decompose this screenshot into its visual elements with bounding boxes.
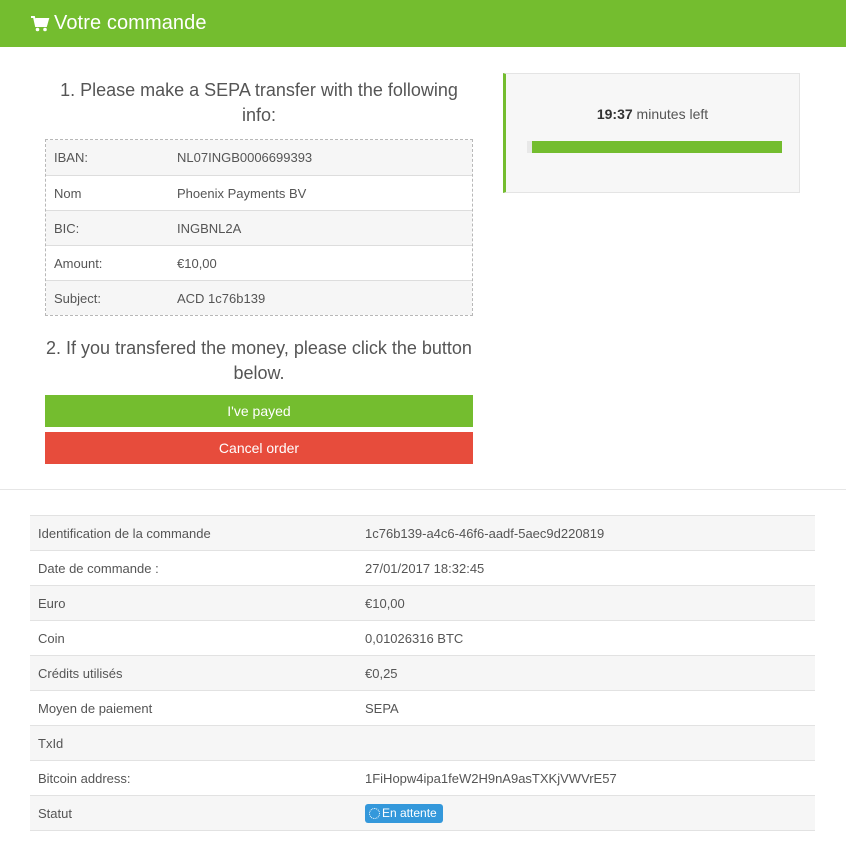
cancel-order-button[interactable]: Cancel order [45,432,473,464]
row-label: Coin [38,630,65,646]
info-row-bic: BIC: INGBNL2A [46,210,472,245]
row-label: Statut [38,805,72,821]
table-row: Crédits utilisés €0,25 [30,656,815,691]
page-title: Votre commande [54,12,207,34]
table-row: Identification de la commande 1c76b139-a… [30,516,815,551]
status-badge-label: En attente [382,806,437,820]
info-label: IBAN: [54,150,88,165]
table-row: TxId [30,726,815,761]
timer-suffix: minutes left [636,106,709,122]
info-value: €10,00 [177,255,217,271]
row-label: Crédits utilisés [38,665,123,681]
info-label: Nom [54,185,82,201]
row-value: €10,00 [365,595,405,611]
spinner-icon [369,807,380,819]
cart-icon [31,15,50,31]
row-value: €0,25 [365,665,398,681]
sepa-info-table: IBAN: NL07INGB0006699393 Nom Phoenix Pay… [45,139,473,316]
progress-fill [532,141,782,153]
step2-title: 2. If you transfered the money, please c… [46,338,472,383]
table-row: Moyen de paiement SEPA [30,691,815,726]
row-value: 0,01026316 BTC [365,630,464,646]
info-label: BIC: [54,220,80,236]
order-details-table: Identification de la commande 1c76b139-a… [30,515,815,831]
info-value: INGBNL2A [177,220,242,236]
table-row: Date de commande : 27/01/2017 18:32:45 [30,551,815,586]
row-value: SEPA [365,700,399,716]
row-label: Date de commande : [38,560,159,576]
row-label: TxId [38,735,64,751]
row-value: 1FiHopw4ipa1feW2H9nA9asTXKjVWVrE57 [365,770,617,786]
info-row-subject: Subject: ACD 1c76b139 [46,280,472,315]
info-row-amount: Amount: €10,00 [46,245,472,280]
info-value: NL07INGB0006699393 [177,150,313,165]
paid-button[interactable]: I've payed [45,395,473,427]
table-row: Euro €10,00 [30,586,815,621]
info-row-iban: IBAN: NL07INGB0006699393 [46,140,472,175]
info-label: Amount: [54,255,103,271]
row-label: Euro [38,595,66,611]
timer-panel: 19:37 minutes left [503,73,800,193]
timer-text: 19:37 minutes left [506,106,799,122]
info-value: ACD 1c76b139 [177,290,266,306]
step1-title: 1. Please make a SEPA transfer with the … [60,80,458,125]
table-row: Coin 0,01026316 BTC [30,621,815,656]
countdown-progress-bar [527,141,782,153]
row-label: Bitcoin address: [38,770,131,786]
row-value: 1c76b139-a4c6-46f6-aadf-5aec9d220819 [365,525,605,541]
row-label: Moyen de paiement [38,700,153,716]
info-label: Subject: [54,290,101,306]
header-bar: Votre commande [0,0,846,47]
info-value: Phoenix Payments BV [177,185,307,201]
section-divider [0,489,846,490]
status-badge: En attente [365,803,443,823]
status-row: Statut En attente [30,796,815,831]
table-row: Bitcoin address: 1FiHopw4ipa1feW2H9nA9as… [30,761,815,796]
row-value: 27/01/2017 18:32:45 [365,560,485,576]
timer-value: 19:37 [596,106,633,122]
info-row-name: Nom Phoenix Payments BV [46,175,472,210]
row-label: Identification de la commande [38,525,211,541]
